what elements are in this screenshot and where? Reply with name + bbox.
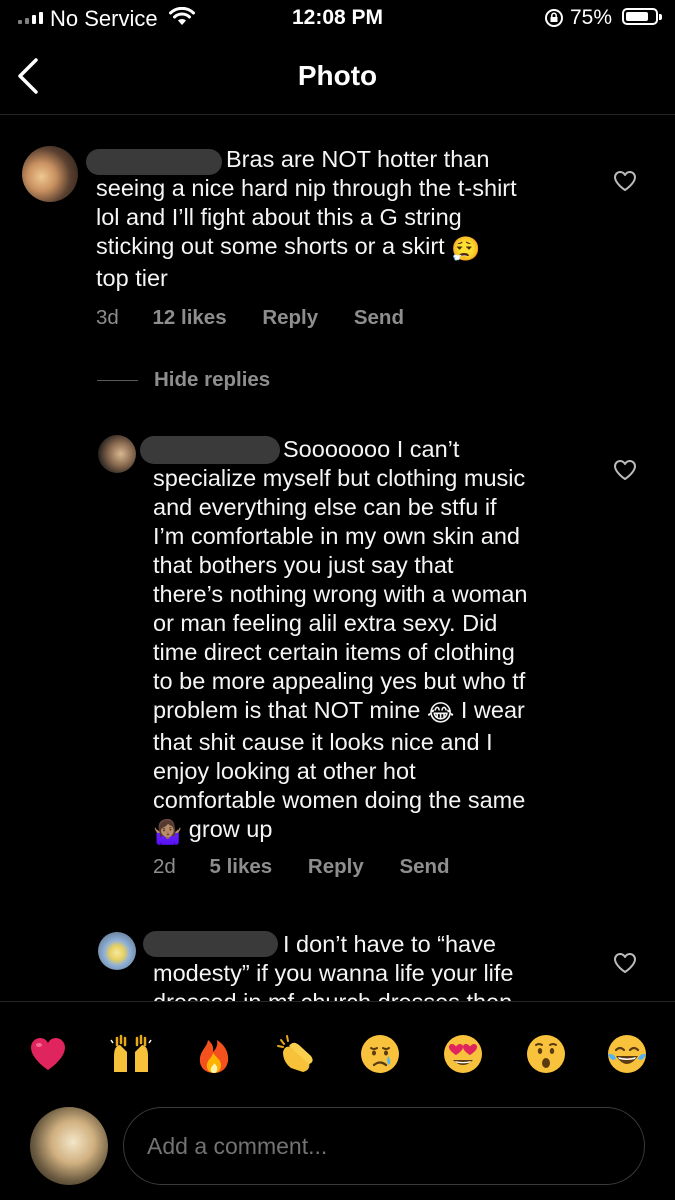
- reply-text: Sooooooo I can’t specialize myself but c…: [153, 436, 528, 845]
- reaction-heart-button[interactable]: [26, 1032, 70, 1076]
- comment-composer: [0, 1100, 675, 1200]
- crying-face-icon: [361, 1035, 399, 1073]
- reply-button[interactable]: Reply: [308, 855, 364, 879]
- emoji: 🤷🏽‍♀️: [153, 819, 183, 845]
- comment-text: Bras are NOT hotter than seeing a nice h…: [96, 146, 517, 291]
- hide-replies-button[interactable]: Hide replies: [97, 368, 270, 392]
- send-button[interactable]: Send: [354, 306, 404, 330]
- reply-comment: I don’t have to “have modesty” if you wa…: [0, 925, 675, 1001]
- like-heart-icon[interactable]: [612, 458, 638, 482]
- reaction-surprised-button[interactable]: [524, 1032, 568, 1076]
- comment-age: 2d: [153, 855, 176, 878]
- battery-percent: 75%: [570, 6, 613, 29]
- comment-meta: 3d 12 likes Reply Send: [96, 306, 404, 330]
- comments-list[interactable]: Bras are NOT hotter than seeing a nice h…: [0, 115, 675, 1001]
- reaction-raising-hands-button[interactable]: [109, 1032, 153, 1076]
- comment-age: 3d: [96, 306, 119, 329]
- battery-icon: [622, 8, 662, 25]
- reaction-crying-button[interactable]: [358, 1032, 402, 1076]
- reply-meta: 2d 5 likes Reply Send: [153, 855, 450, 879]
- header: Photo: [0, 40, 675, 115]
- emoji: 😮‍💨: [451, 236, 481, 262]
- rotation-lock-icon: [545, 9, 563, 27]
- reaction-fire-button[interactable]: [192, 1032, 236, 1076]
- status-bar: No Service 12:08 PM 75%: [0, 0, 675, 40]
- reply-button[interactable]: Reply: [262, 306, 318, 330]
- avatar[interactable]: [22, 146, 78, 202]
- emoji: 😂: [426, 700, 455, 726]
- comment: Bras are NOT hotter than seeing a nice h…: [0, 115, 675, 345]
- avatar[interactable]: [98, 932, 136, 970]
- comment-input[interactable]: [123, 1107, 645, 1185]
- reply-text: I don’t have to “have modesty” if you wa…: [153, 931, 514, 1001]
- avatar[interactable]: [98, 435, 136, 473]
- red-heart-icon: [31, 1038, 65, 1070]
- surprised-face-icon: [527, 1035, 565, 1073]
- like-heart-icon[interactable]: [612, 951, 638, 975]
- page-title: Photo: [297, 60, 378, 91]
- clapping-hands-icon: [277, 1035, 313, 1072]
- likes-count[interactable]: 12 likes: [153, 306, 227, 330]
- reaction-clapping-button[interactable]: [275, 1032, 319, 1076]
- like-heart-icon[interactable]: [612, 169, 638, 193]
- tears-of-joy-face-icon: [608, 1035, 646, 1073]
- fire-icon: [199, 1040, 229, 1073]
- send-button[interactable]: Send: [399, 855, 449, 879]
- reply-comment: Sooooooo I can’t specialize myself but c…: [0, 425, 675, 895]
- quick-reactions-bar: [0, 1001, 675, 1100]
- hide-replies-label: Hide replies: [154, 368, 271, 391]
- heart-eyes-face-icon: [444, 1035, 482, 1073]
- reaction-laughing-button[interactable]: [605, 1032, 649, 1076]
- divider: [97, 379, 138, 381]
- raising-hands-icon: [110, 1034, 152, 1072]
- user-avatar[interactable]: [30, 1107, 108, 1185]
- reaction-heart-eyes-button[interactable]: [441, 1032, 485, 1076]
- likes-count[interactable]: 5 likes: [210, 855, 273, 879]
